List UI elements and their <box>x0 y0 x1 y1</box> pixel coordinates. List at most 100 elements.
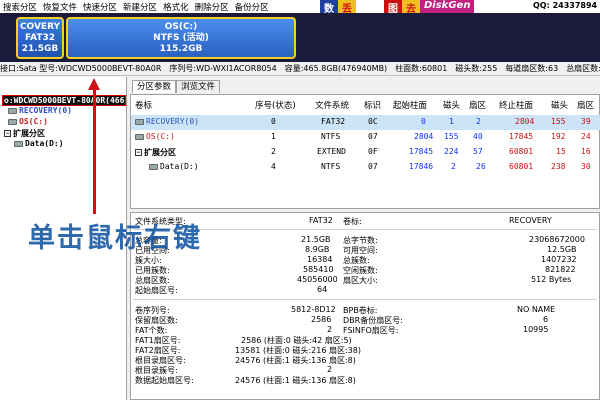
col-header-end-cyl[interactable]: 终止柱面 <box>499 99 533 111</box>
total-bytes-value: 23068672000 <box>529 235 585 244</box>
cell-end-head: 238 <box>551 162 566 171</box>
partition-icon <box>149 163 158 170</box>
cell-start-sector: 40 <box>473 132 483 141</box>
col-header-end-sector[interactable]: 扇区 <box>577 99 594 111</box>
table-row[interactable]: Data(D:) 4 NTFS 07 17846 2 26 60801 238 … <box>131 160 600 175</box>
tree-item-recovery[interactable]: RECOVERY(0) <box>8 106 72 115</box>
cell-fs: FAT32 <box>321 117 346 126</box>
row-label: Data(D:) <box>160 162 199 171</box>
menu-recover-files[interactable]: 恢复文件 <box>40 1 80 13</box>
col-header-start-cyl[interactable]: 起始柱面 <box>393 99 427 111</box>
partition-fs: NTFS (活动) <box>153 32 209 43</box>
disk-map: COVERY FAT32 21.5GB OS(C:) NTFS (活动) 115… <box>0 13 600 62</box>
tab-bar: 分区参数 浏览文件 <box>132 80 221 93</box>
collapse-icon[interactable]: − <box>4 130 11 137</box>
cell-start-head: 1 <box>449 117 454 126</box>
partition-size: 21.5GB <box>21 43 59 54</box>
tree-item-data[interactable]: Data(D:) <box>14 139 64 148</box>
cell-start-sector: 26 <box>476 162 486 171</box>
total-capacity-value: 21.5GB <box>301 235 331 244</box>
used-clusters-value: 585410 <box>303 265 334 274</box>
root-cluster-value: 2 <box>327 365 333 374</box>
cell-end-sector: 16 <box>581 147 591 156</box>
cell-label: − 扩展分区 <box>135 147 176 158</box>
disk-serial: 序列号:WD-WXI1ACOR8054 <box>169 64 277 73</box>
cell-start-head: 224 <box>444 147 459 156</box>
menu-format[interactable]: 格式化 <box>160 1 192 13</box>
sector-size-value: 512 Bytes <box>531 275 572 284</box>
collapse-icon[interactable]: − <box>135 149 142 156</box>
col-header-start-head[interactable]: 磁头 <box>443 99 460 111</box>
ad-banner: 数 丢 图 去 DiskGen <box>320 0 475 15</box>
start-sector-label: 起始扇区号: <box>135 286 178 295</box>
cell-end-head: 155 <box>551 117 566 126</box>
menu-delete-partition[interactable]: 删除分区 <box>192 1 232 13</box>
cell-label: OS(C:) <box>135 132 175 141</box>
menu-new-partition[interactable]: 新建分区 <box>120 1 160 13</box>
banner-logo: DiskGen <box>420 0 475 13</box>
partition-icon <box>14 140 23 147</box>
banner-text-4: 去 <box>402 0 420 15</box>
divider <box>133 299 597 300</box>
col-header-fs[interactable]: 文件系统 <box>315 99 349 111</box>
col-header-label[interactable]: 卷标 <box>135 99 152 111</box>
tree-disk-root[interactable]: o:WDCWD5000BEVT-80A0R(466 <box>2 95 126 106</box>
col-header-start-sector[interactable]: 扇区 <box>469 99 486 111</box>
tree-item-label: Data(D:) <box>25 139 64 148</box>
row-label: RECOVERY(0) <box>146 117 199 126</box>
cell-start-sector: 57 <box>473 147 483 156</box>
menu-backup-partition[interactable]: 备份分区 <box>232 1 272 13</box>
sector-size-label: 扇区大小: <box>343 276 378 285</box>
cell-start-head: 2 <box>451 162 456 171</box>
cell-fs: EXTEND <box>317 147 346 156</box>
reserved-sectors-value: 2586 <box>311 315 332 324</box>
tree-item-label: 扩展分区 <box>13 129 45 138</box>
cell-id: 0C <box>368 117 378 126</box>
cell-label: RECOVERY(0) <box>135 117 199 126</box>
tree-item-os[interactable]: OS(C:) <box>8 117 48 126</box>
partition-icon <box>8 118 17 125</box>
disk-capacity: 容量:465.8GB(476940MB) <box>284 64 388 73</box>
cell-end-cyl: 17845 <box>509 132 534 141</box>
tab-partition-params[interactable]: 分区参数 <box>132 80 177 93</box>
start-sector-value: 64 <box>317 285 328 294</box>
partition-table: 卷标 序号(状态) 文件系统 标识 起始柱面 磁头 扇区 终止柱面 磁头 扇区 … <box>130 94 600 209</box>
menu-search-partition[interactable]: 搜索分区 <box>0 1 40 13</box>
table-row[interactable]: RECOVERY(0) 0 FAT32 0C 0 1 2 2804 155 39 <box>131 115 600 130</box>
partition-size: 115.2GB <box>159 43 203 54</box>
col-header-id[interactable]: 标识 <box>364 99 381 111</box>
cell-end-cyl: 60801 <box>509 147 534 156</box>
disk-cylinders: 柱面数:60801 <box>395 64 448 73</box>
cell-start-sector: 2 <box>476 117 481 126</box>
cell-id: 07 <box>368 132 378 141</box>
cell-end-sector: 30 <box>581 162 591 171</box>
partition-fs: FAT32 <box>24 32 56 43</box>
volume-label-label: 卷标: <box>343 217 362 226</box>
partition-block-recovery[interactable]: COVERY FAT32 21.5GB <box>16 17 64 59</box>
bpb-label-value: NO NAME <box>517 305 556 314</box>
col-header-end-head[interactable]: 磁头 <box>551 99 568 111</box>
cell-start-cyl: 17846 <box>409 162 434 171</box>
cell-label: Data(D:) <box>149 162 199 171</box>
fs-type-value: FAT32 <box>309 216 333 225</box>
tree-item-extended[interactable]: − 扩展分区 <box>4 128 45 139</box>
partition-icon <box>135 133 144 140</box>
cell-end-cyl: 60801 <box>509 162 534 171</box>
menu-quick-partition[interactable]: 快速分区 <box>80 1 120 13</box>
free-space-value: 12.5GB <box>547 245 577 254</box>
cell-id: 07 <box>368 162 378 171</box>
disk-heads: 磁头数:255 <box>455 64 498 73</box>
tree-item-label: OS(C:) <box>19 117 48 126</box>
disk-model: 接口:Sata 型号:WDCWD5000BEVT-80A0R <box>0 64 162 73</box>
qq-number: QQ: 24337894 <box>533 1 598 10</box>
partition-block-os[interactable]: OS(C:) NTFS (活动) 115.2GB <box>66 17 296 59</box>
fat-count-value: 2 <box>327 325 333 334</box>
table-row[interactable]: − 扩展分区 2 EXTEND 0F 17845 224 57 60801 15 … <box>131 145 600 160</box>
row-label: OS(C:) <box>146 132 175 141</box>
col-header-index[interactable]: 序号(状态) <box>255 99 296 111</box>
volume-serial-value: 5812-8D12 <box>291 305 336 314</box>
tree-item-label: RECOVERY(0) <box>19 106 72 115</box>
banner-text-2: 丢 <box>338 0 356 15</box>
tab-browse-files[interactable]: 浏览文件 <box>176 80 221 93</box>
table-row[interactable]: OS(C:) 1 NTFS 07 2804 155 40 17845 192 2… <box>131 130 600 145</box>
